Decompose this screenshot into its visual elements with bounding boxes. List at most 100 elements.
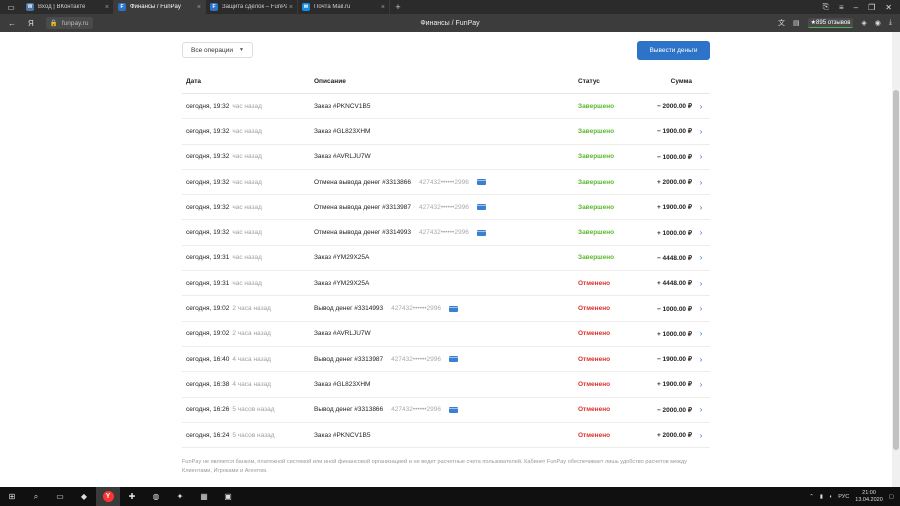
tab-title: Финансы / FunPay: [130, 4, 181, 10]
relative-time: 4 часа назад: [232, 380, 271, 388]
row-sum: + 2000.00 ₽: [656, 179, 692, 187]
relative-time: час назад: [232, 153, 262, 161]
date-text: сегодня, 19:32: [186, 127, 230, 135]
withdraw-button[interactable]: Вывести деньги: [637, 41, 710, 60]
browser-tab[interactable]: ✉ Почта Mail.ru ×: [298, 0, 390, 14]
volume-icon[interactable]: ◖: [829, 494, 832, 500]
back-icon[interactable]: ←: [8, 19, 16, 28]
chevron-right-icon[interactable]: ›: [692, 228, 710, 237]
calculator-icon[interactable]: ▦: [192, 487, 216, 506]
relative-time: час назад: [232, 254, 262, 262]
chevron-right-icon[interactable]: ›: [692, 152, 710, 161]
reader-icon[interactable]: ▤: [793, 19, 800, 27]
network-icon[interactable]: ▮: [820, 494, 823, 500]
table-row[interactable]: сегодня, 19:31 час назад Заказ #YM29X25A От…: [182, 271, 710, 297]
chevron-right-icon[interactable]: ›: [692, 304, 710, 313]
windows-start-icon[interactable]: ⊞: [0, 487, 24, 506]
status-badge: Завершено: [578, 153, 615, 161]
relative-time: 2 часа назад: [232, 330, 271, 338]
minimize-icon[interactable]: –: [854, 3, 858, 12]
app-icon[interactable]: ✚: [120, 487, 144, 506]
app-icon[interactable]: ◆: [72, 487, 96, 506]
chevron-right-icon[interactable]: ›: [692, 355, 710, 364]
maximize-icon[interactable]: ❐: [868, 3, 875, 12]
chevron-right-icon[interactable]: ›: [692, 102, 710, 111]
date-text: сегодня, 16:26: [186, 406, 230, 414]
browser-tab[interactable]: W Вход | ВКонтакте ×: [22, 0, 114, 14]
table-row[interactable]: сегодня, 16:24 5 часов назад Заказ #PKNCV1…: [182, 423, 710, 449]
download-icon[interactable]: ⤓: [889, 19, 892, 27]
app-icon[interactable]: ✦: [168, 487, 192, 506]
card-number: 427432••••••2996: [391, 406, 441, 414]
chevron-right-icon[interactable]: ›: [692, 203, 710, 212]
table-row[interactable]: сегодня, 16:40 4 часа назад Вывод денег #3…: [182, 347, 710, 373]
browser-tab[interactable]: F Защита сделок – FunPay!!×: [206, 0, 298, 14]
table-row[interactable]: сегодня, 19:32 час назад Заказ #GL823XHM За…: [182, 119, 710, 145]
reviews-badge[interactable]: ★895 отзывов: [807, 18, 854, 28]
table-row[interactable]: сегодня, 19:32 час назад Отмена вывода ден…: [182, 195, 710, 221]
table-row[interactable]: сегодня, 19:32 час назад Отмена вывода ден…: [182, 220, 710, 246]
url-field[interactable]: 🔒 funpay.ru: [45, 17, 93, 29]
tab-close-icon[interactable]: ×: [381, 4, 385, 11]
chevron-right-icon[interactable]: ›: [692, 380, 710, 389]
extension-icon[interactable]: ◈: [861, 19, 866, 27]
tab-close-icon[interactable]: ×: [105, 4, 109, 11]
tab-list: W Вход | ВКонтакте × F Финансы / FunPay × F Защ…: [22, 0, 390, 14]
tabs-menu-icon[interactable]: ▭: [0, 0, 22, 14]
table-header: Дата Описание Статус Сумма: [182, 70, 710, 94]
row-sum: + 1900.00 ₽: [656, 381, 692, 389]
translate-icon[interactable]: 文: [778, 18, 785, 28]
table-row[interactable]: сегодня, 19:32 час назад Отмена вывода ден…: [182, 170, 710, 196]
header-status: Статус: [578, 78, 600, 85]
chevron-right-icon[interactable]: ›: [692, 178, 710, 187]
search-icon[interactable]: ⌕: [24, 487, 48, 506]
table-row[interactable]: сегодня, 19:02 2 часа назад Вывод денег #3…: [182, 296, 710, 322]
transactions-table: Дата Описание Статус Сумма сегодня, 19:3…: [182, 70, 710, 449]
clock[interactable]: 21:00 13.04.2020: [855, 490, 883, 504]
row-description: Заказ #AVRLJU7W: [314, 153, 578, 160]
task-view-icon[interactable]: ▭: [48, 487, 72, 506]
table-row[interactable]: сегодня, 16:26 5 часов назад Вывод денег #…: [182, 398, 710, 423]
relative-time: час назад: [232, 127, 262, 135]
row-sum: + 1000.00 ₽: [656, 330, 692, 338]
menu-icon[interactable]: ≡: [839, 3, 844, 12]
close-icon[interactable]: ✕: [885, 3, 892, 12]
new-tab-button[interactable]: +: [390, 0, 406, 14]
table-row[interactable]: сегодня, 19:02 2 часа назад Заказ #AVRLJU7…: [182, 322, 710, 347]
table-row[interactable]: сегодня, 19:32 час назад Заказ #AVRLJU7W За…: [182, 145, 710, 170]
table-row[interactable]: сегодня, 19:31 час назад Заказ #YM29X25A За…: [182, 246, 710, 272]
row-date: сегодня, 19:02 2 часа назад: [182, 305, 314, 312]
relative-time: 5 часов назад: [232, 406, 275, 414]
scrollbar-thumb[interactable]: [893, 90, 899, 450]
date-text: сегодня, 19:32: [186, 102, 230, 110]
row-description: Заказ #GL823XHM: [314, 381, 578, 388]
chevron-down-icon: ▼: [238, 47, 244, 53]
language-indicator[interactable]: РУС: [838, 494, 849, 500]
row-date: сегодня, 16:24 5 часов назад: [182, 432, 314, 439]
chevron-right-icon[interactable]: ›: [692, 431, 710, 440]
description-text: Вывод денег #3313866: [314, 406, 384, 414]
tab-close-icon[interactable]: ×: [197, 4, 201, 11]
yandex-icon[interactable]: Я: [28, 19, 34, 28]
tray-chevron-icon[interactable]: ⌃: [809, 494, 814, 500]
app-icon[interactable]: ◍: [144, 487, 168, 506]
app-icon[interactable]: ▣: [216, 487, 240, 506]
relative-time: 2 часа назад: [232, 305, 271, 313]
notifications-icon[interactable]: ▢: [889, 494, 894, 500]
protect-icon[interactable]: ◉: [875, 19, 881, 27]
credit-card-icon: [448, 356, 458, 363]
yandex-browser-taskbar-icon[interactable]: Y: [96, 487, 120, 506]
chevron-right-icon[interactable]: ›: [692, 405, 710, 414]
chevron-right-icon[interactable]: ›: [692, 279, 710, 288]
table-row[interactable]: сегодня, 16:38 4 часа назад Заказ #GL823XH…: [182, 372, 710, 398]
chevron-right-icon[interactable]: ›: [692, 329, 710, 338]
status-badge: Отменено: [578, 406, 611, 414]
table-row[interactable]: сегодня, 19:32 час назад Заказ #PKNCV1B5 За…: [182, 94, 710, 120]
scrollbar[interactable]: [892, 32, 900, 487]
chevron-right-icon[interactable]: ›: [692, 127, 710, 136]
bookmark-icon[interactable]: ⎘: [823, 2, 829, 12]
tab-close-icon[interactable]: ×: [289, 4, 293, 11]
browser-tab[interactable]: F Финансы / FunPay ×: [114, 0, 206, 14]
chevron-right-icon[interactable]: ›: [692, 253, 710, 262]
operations-filter-select[interactable]: Все операции ▼: [182, 42, 253, 58]
